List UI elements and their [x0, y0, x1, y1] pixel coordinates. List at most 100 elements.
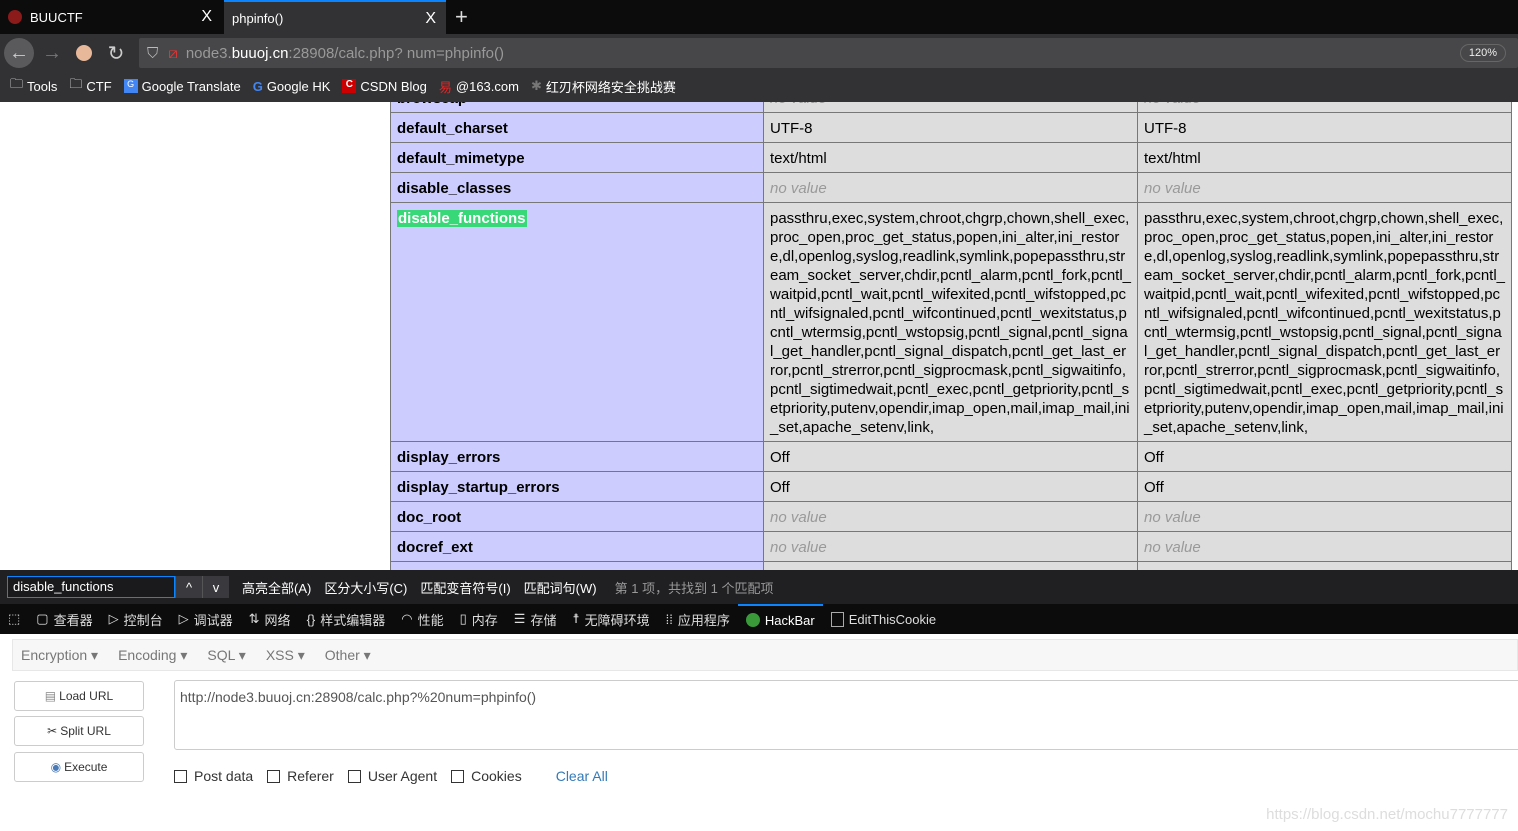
tab-label: BUUCTF [30, 9, 83, 25]
whole-words-toggle[interactable]: 匹配词句(W) [524, 578, 597, 597]
split-url-button[interactable]: ✂ Split URL [14, 716, 144, 746]
devtools-tab-network[interactable]: ⇅ 网络 [241, 604, 299, 634]
url-bar[interactable]: ⛉ ⧄ node3. buuoj.cn:28908/calc.php? num=p… [139, 38, 1518, 68]
load-url-button[interactable]: ▤ Load URL [14, 681, 144, 711]
extension-icon[interactable] [69, 38, 99, 68]
execute-button[interactable]: ◉ Execute [14, 752, 144, 782]
checkbox[interactable] [174, 769, 187, 783]
find-input[interactable]: disable_functions [7, 576, 175, 598]
google-icon: G [252, 78, 263, 94]
reload-button[interactable]: ↻ [101, 38, 131, 68]
post-data-checkbox[interactable]: Post data [174, 768, 253, 784]
devtools-tab-storage[interactable]: ☰ 存储 [506, 604, 565, 634]
local-value: no value [763, 501, 1138, 532]
user-agent-checkbox[interactable]: User Agent [347, 768, 437, 784]
checkbox-label: Cookies [471, 768, 522, 784]
master-value: UTF-8 [1137, 112, 1512, 143]
master-value: no value [1137, 172, 1512, 203]
menu-encoding[interactable]: Encoding ▾ [118, 647, 187, 664]
match-diacritics-toggle[interactable]: 匹配变音符号(I) [420, 578, 510, 597]
bookmark-google-hk[interactable]: G Google HK [253, 79, 331, 94]
local-value: UTF-8 [763, 112, 1138, 143]
tab-phpinfo[interactable]: phpinfo() X [224, 0, 446, 34]
hackbar-icon [745, 613, 760, 627]
devtools-tab-editthiscookie[interactable]: EditThisCookie [823, 604, 944, 634]
find-previous-button[interactable]: ^ [175, 576, 202, 598]
zoom-level[interactable]: 120% [1459, 44, 1506, 62]
menu-label: Other [324, 646, 360, 663]
tab-label: EditThisCookie [848, 611, 937, 627]
google-translate-icon: G [123, 79, 138, 93]
bookmark-ctf[interactable]: 🗀 CTF [69, 75, 111, 97]
folder-icon: 🗀 [10, 76, 24, 91]
close-tab-icon[interactable]: X [201, 8, 212, 26]
local-value: Off [763, 471, 1138, 502]
devtools-tab-accessibility[interactable]: ☨ 无障碍环境 [564, 604, 657, 634]
bookmark-google-translate[interactable]: G Google Translate [123, 78, 241, 94]
clear-all-link[interactable]: Clear All [556, 768, 608, 784]
bookmark-tools[interactable]: 🗀 Tools [10, 75, 57, 97]
devtools-tab-debugger[interactable]: ▷ 调试器 [171, 604, 241, 634]
local-value [763, 561, 1138, 570]
devtools-tab-performance[interactable]: ◠ 性能 [393, 604, 451, 634]
tab-label: 无障碍环境 [584, 612, 650, 628]
menu-xss[interactable]: XSS ▾ [266, 647, 305, 664]
bookmark-hongrenbei[interactable]: ✱ 红刃杯网络安全挑战赛 [531, 77, 676, 96]
cookies-checkbox[interactable]: Cookies [451, 768, 522, 784]
master-value: text/html [1137, 142, 1512, 173]
table-row: doc_root no value no value [390, 501, 1512, 532]
button-label: Load URL [59, 689, 114, 703]
inspector-icon: ▢ [36, 611, 49, 626]
buuctf-favicon-icon [8, 10, 22, 24]
match-case-toggle[interactable]: 区分大小写(C) [324, 578, 407, 597]
master-value [1137, 561, 1512, 570]
devtools-tab-inspector[interactable]: ▢ 查看器 [28, 604, 100, 634]
highlight-all-toggle[interactable]: 高亮全部(A) [242, 578, 311, 597]
find-next-button[interactable]: v [202, 576, 229, 598]
back-button[interactable]: ← [4, 38, 34, 68]
checkbox[interactable] [347, 769, 361, 783]
bookmark-label: CSDN Blog [360, 78, 427, 94]
table-row: disable_functions passthru,exec,system,c… [390, 202, 1512, 442]
tab-label: 应用程序 [677, 612, 730, 628]
bookmark-label: @163.com [455, 78, 519, 94]
local-value: text/html [763, 142, 1138, 173]
devtools-tab-style-editor[interactable]: {} 样式编辑器 [299, 604, 394, 634]
bookmark-163[interactable]: 易 @163.com [439, 77, 519, 96]
menu-sql[interactable]: SQL ▾ [207, 647, 245, 664]
local-value: no value [763, 172, 1138, 203]
new-tab-button[interactable]: + [455, 4, 468, 30]
menu-encryption[interactable]: Encryption ▾ [21, 647, 98, 664]
table-row: display_startup_errors Off Off [390, 471, 1512, 502]
devtools-tab-hackbar[interactable]: HackBar [737, 604, 823, 634]
devtools-tab-console[interactable]: ▷ 控制台 [101, 604, 171, 634]
load-icon: ▤ [44, 689, 57, 703]
local-value: no value [763, 102, 1138, 113]
close-tab-icon[interactable]: X [425, 10, 436, 28]
table-row: disable_classes no value no value [390, 172, 1512, 203]
debugger-icon: ▷ [178, 611, 189, 626]
checkbox[interactable] [451, 769, 465, 783]
find-highlight: disable_functions [397, 210, 527, 227]
url-textarea[interactable]: http://node3.buuoj.cn:28908/calc.php?%20… [174, 680, 1518, 750]
element-picker-icon[interactable]: ⬚ [0, 604, 28, 634]
forward-button[interactable]: → [37, 38, 67, 68]
referer-checkbox[interactable]: Referer [267, 768, 334, 784]
tab-buuctf[interactable]: BUUCTF X [0, 0, 222, 34]
paw-icon: ✱ [530, 78, 542, 93]
directive-name: doc_root [390, 501, 764, 532]
local-value: Off [763, 441, 1138, 472]
url-host: buuoj.cn [231, 44, 289, 62]
insecure-lock-icon[interactable]: ⧄ [168, 45, 178, 62]
bookmarks-bar: 🗀 Tools 🗀 CTF G Google Translate G Google HK… [0, 70, 1518, 102]
devtools-tab-memory[interactable]: ▯ 内存 [452, 604, 506, 634]
button-label: Execute [64, 760, 108, 774]
devtools-tab-application[interactable]: ⁞⁞ 应用程序 [658, 604, 738, 634]
bookmark-label: Google Translate [141, 78, 241, 94]
menu-other[interactable]: Other ▾ [325, 647, 371, 664]
checkbox-label: Referer [287, 768, 334, 784]
checkbox[interactable] [267, 769, 281, 783]
bookmark-csdn[interactable]: C CSDN Blog [342, 78, 427, 94]
style-editor-icon: {} [306, 611, 316, 627]
shield-icon[interactable]: ⛉ [147, 45, 158, 62]
